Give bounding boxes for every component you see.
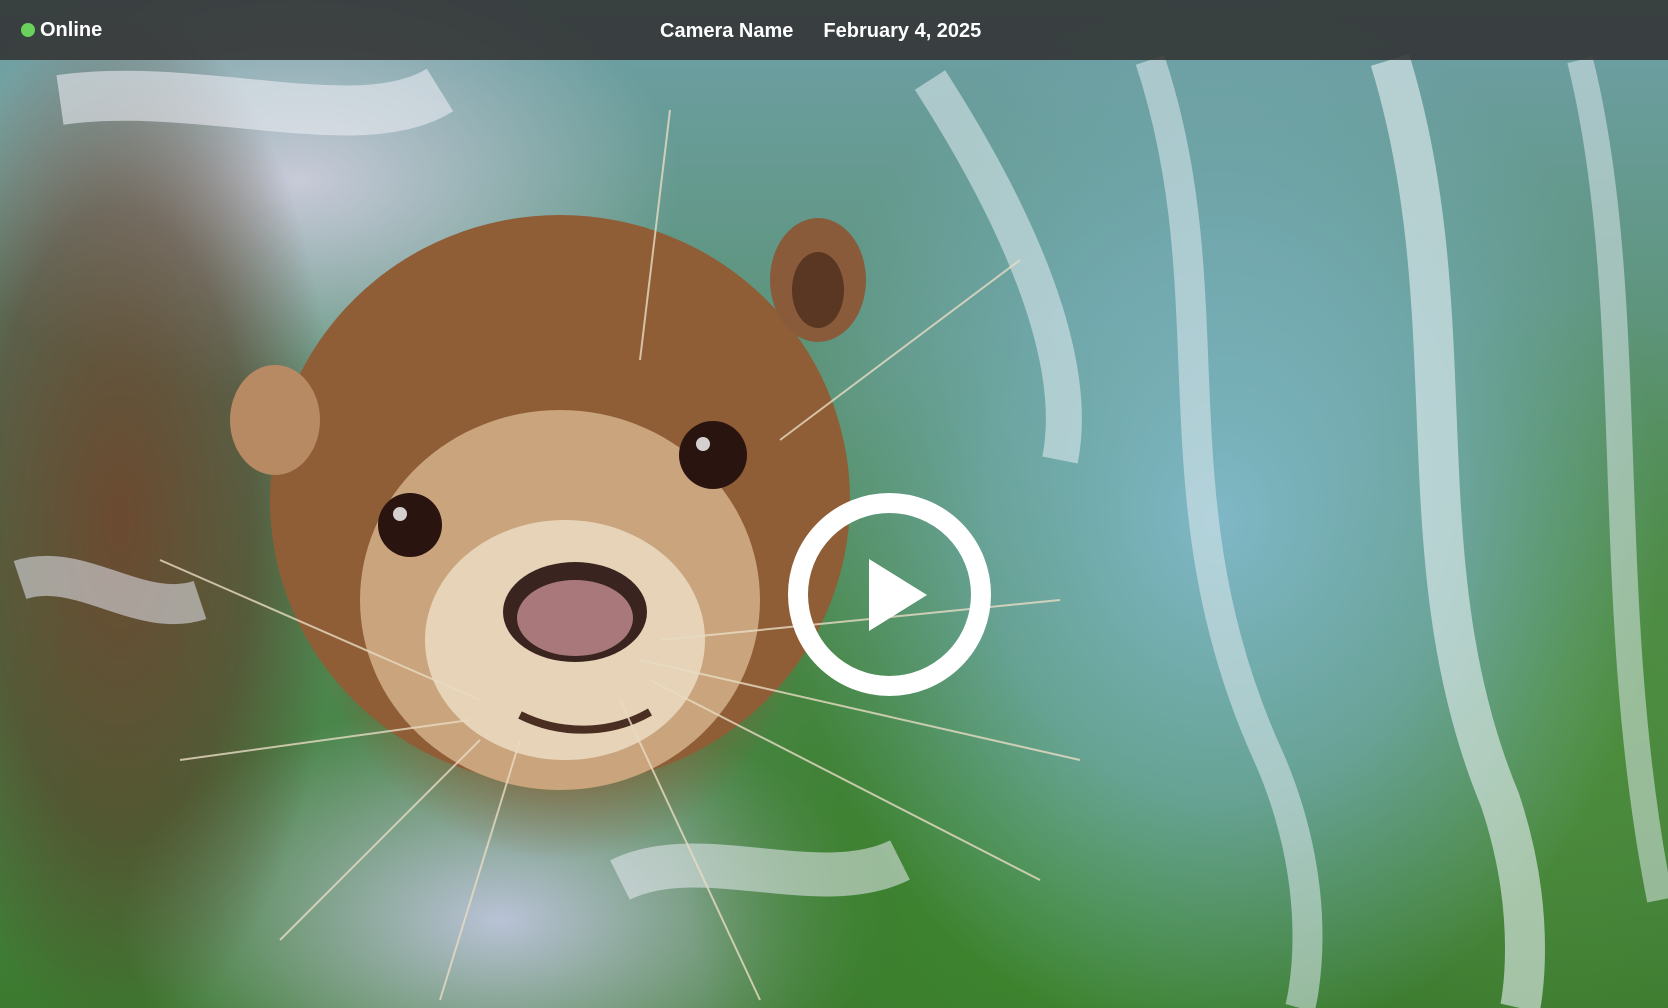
- camera-date: February 4, 2025: [823, 20, 982, 42]
- connection-status: Online: [21, 17, 102, 43]
- play-button[interactable]: [788, 493, 991, 696]
- status-dot-icon: [21, 23, 35, 37]
- feed-artwork: [13, 54, 1668, 1008]
- camera-top-bar: Online Camera Name February 4, 2025: [0, 0, 1668, 60]
- camera-info: Camera Name February 4, 2025: [660, 18, 981, 44]
- status-label: Online: [40, 19, 103, 41]
- play-icon: [869, 559, 927, 631]
- camera-viewer: Online Camera Name February 4, 2025: [0, 0, 1668, 1008]
- camera-name: Camera Name: [660, 20, 794, 42]
- camera-feed-image: [0, 0, 1668, 1008]
